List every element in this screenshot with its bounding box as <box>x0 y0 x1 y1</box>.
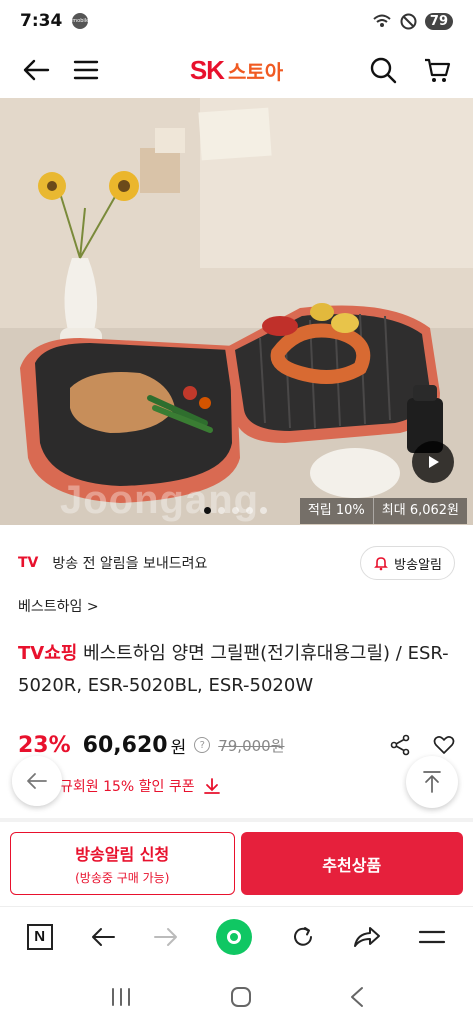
recommended-products-label: 추천상품 <box>322 855 382 875</box>
refresh-icon[interactable] <box>290 924 316 950</box>
video-play-button[interactable] <box>412 441 454 483</box>
battery-icon: 79 <box>424 12 453 30</box>
menu-icon[interactable] <box>418 926 446 948</box>
carousel-dot[interactable] <box>204 507 211 514</box>
cart-icon <box>425 58 451 82</box>
arrow-left-icon <box>27 773 47 789</box>
scroll-to-top-button[interactable] <box>406 756 458 808</box>
broadcast-alarm-label: 방송알림 <box>394 557 442 573</box>
arrow-up-icon <box>423 771 441 793</box>
discount-rate: 23% <box>18 732 71 758</box>
app-header: SK 스토아 <box>0 42 473 98</box>
carousel-dot[interactable] <box>246 507 253 514</box>
download-icon <box>203 778 220 794</box>
floating-back-button[interactable] <box>12 756 62 806</box>
carousel-dot[interactable] <box>260 507 267 514</box>
browser-toolbar: N <box>0 906 473 966</box>
arrow-right-icon[interactable] <box>153 926 179 948</box>
status-chip-icon: mobile vats <box>72 13 89 40</box>
menu-button[interactable] <box>68 52 104 88</box>
price-row: 23% 60,620 원 ? 79,000원 <box>18 728 455 762</box>
tv-notice-text: 방송 전 알림을 보내드려요 <box>52 556 208 572</box>
price-help-icon[interactable]: ? <box>194 737 211 753</box>
status-time: 7:34 <box>20 11 63 31</box>
hamburger-icon <box>73 60 99 80</box>
reward-badges: 적립 10% 최대 6,062원 <box>299 498 467 524</box>
broadcast-alarm-button[interactable]: 방송알림 <box>360 546 455 580</box>
status-icons: 79 <box>372 12 453 30</box>
broadcast-request-sub: (방송중 구매 가능) <box>75 871 170 885</box>
bell-icon <box>374 557 389 571</box>
brand-breadcrumb[interactable]: 베스트하임 > <box>18 596 99 616</box>
search-button[interactable] <box>365 52 401 88</box>
green-dot-icon[interactable] <box>216 918 253 955</box>
play-icon <box>429 456 439 468</box>
recent-apps-icon[interactable] <box>109 987 133 1007</box>
back-nav-icon[interactable] <box>349 986 365 1008</box>
points-badge: 적립 10% <box>299 498 373 524</box>
carousel-dot[interactable] <box>232 507 239 514</box>
share-arrow-icon[interactable] <box>353 925 381 949</box>
arrow-left-icon <box>23 59 50 81</box>
carousel-dot[interactable] <box>218 507 225 514</box>
product-photo <box>0 98 473 525</box>
logo-sk-text: SK <box>189 54 225 85</box>
product-image-carousel[interactable] <box>0 98 473 525</box>
image-watermark: Joongang <box>60 478 260 522</box>
coupon-text: 규회원 15% 할인 쿠폰 <box>60 779 195 795</box>
cart-button[interactable] <box>419 52 455 88</box>
arrow-left-icon[interactable] <box>90 926 116 948</box>
broadcast-request-label: 방송알림 신청 <box>75 845 170 864</box>
wifi-icon <box>373 14 391 27</box>
product-title-text: 베스트하임 양면 그릴팬(전기휴대용그릴) / ESR-5020R, ESR-5… <box>18 643 449 696</box>
naver-home-icon[interactable]: N <box>26 923 53 950</box>
heart-icon[interactable] <box>433 734 455 756</box>
carousel-dots <box>204 507 267 514</box>
do-not-disturb-icon <box>400 13 417 29</box>
system-navigation-bar <box>0 970 473 1024</box>
product-title: TV쇼핑 베스트하임 양면 그릴팬(전기휴대용그릴) / ESR-5020R, … <box>18 638 458 702</box>
recommended-products-button[interactable]: 추천상품 <box>240 832 463 895</box>
tv-tag: TV <box>18 555 39 571</box>
sale-price: 60,620 <box>82 732 168 758</box>
sk-store-logo[interactable]: SK 스토아 <box>190 55 283 86</box>
status-bar: 7:34 mobile vats 79 <box>0 0 473 42</box>
section-divider <box>0 818 473 822</box>
share-icon[interactable] <box>389 734 411 756</box>
currency-label: 원 <box>170 737 187 758</box>
search-icon <box>370 57 397 84</box>
back-button[interactable] <box>18 52 54 88</box>
tv-notice-row: TV 방송 전 알림을 보내드려요 방송알림 <box>0 540 473 586</box>
title-tv-tag: TV쇼핑 <box>18 643 78 664</box>
logo-store-text: 스토아 <box>227 59 284 84</box>
original-price: 79,000원 <box>218 736 285 755</box>
max-reward-badge: 최대 6,062원 <box>372 498 467 524</box>
cta-row: 방송알림 신청 (방송중 구매 가능) 추천상품 <box>10 832 463 895</box>
coupon-row[interactable]: 규회원 15% 할인 쿠폰 <box>60 772 221 800</box>
broadcast-request-button[interactable]: 방송알림 신청 (방송중 구매 가능) <box>10 832 235 895</box>
home-icon[interactable] <box>230 986 252 1008</box>
